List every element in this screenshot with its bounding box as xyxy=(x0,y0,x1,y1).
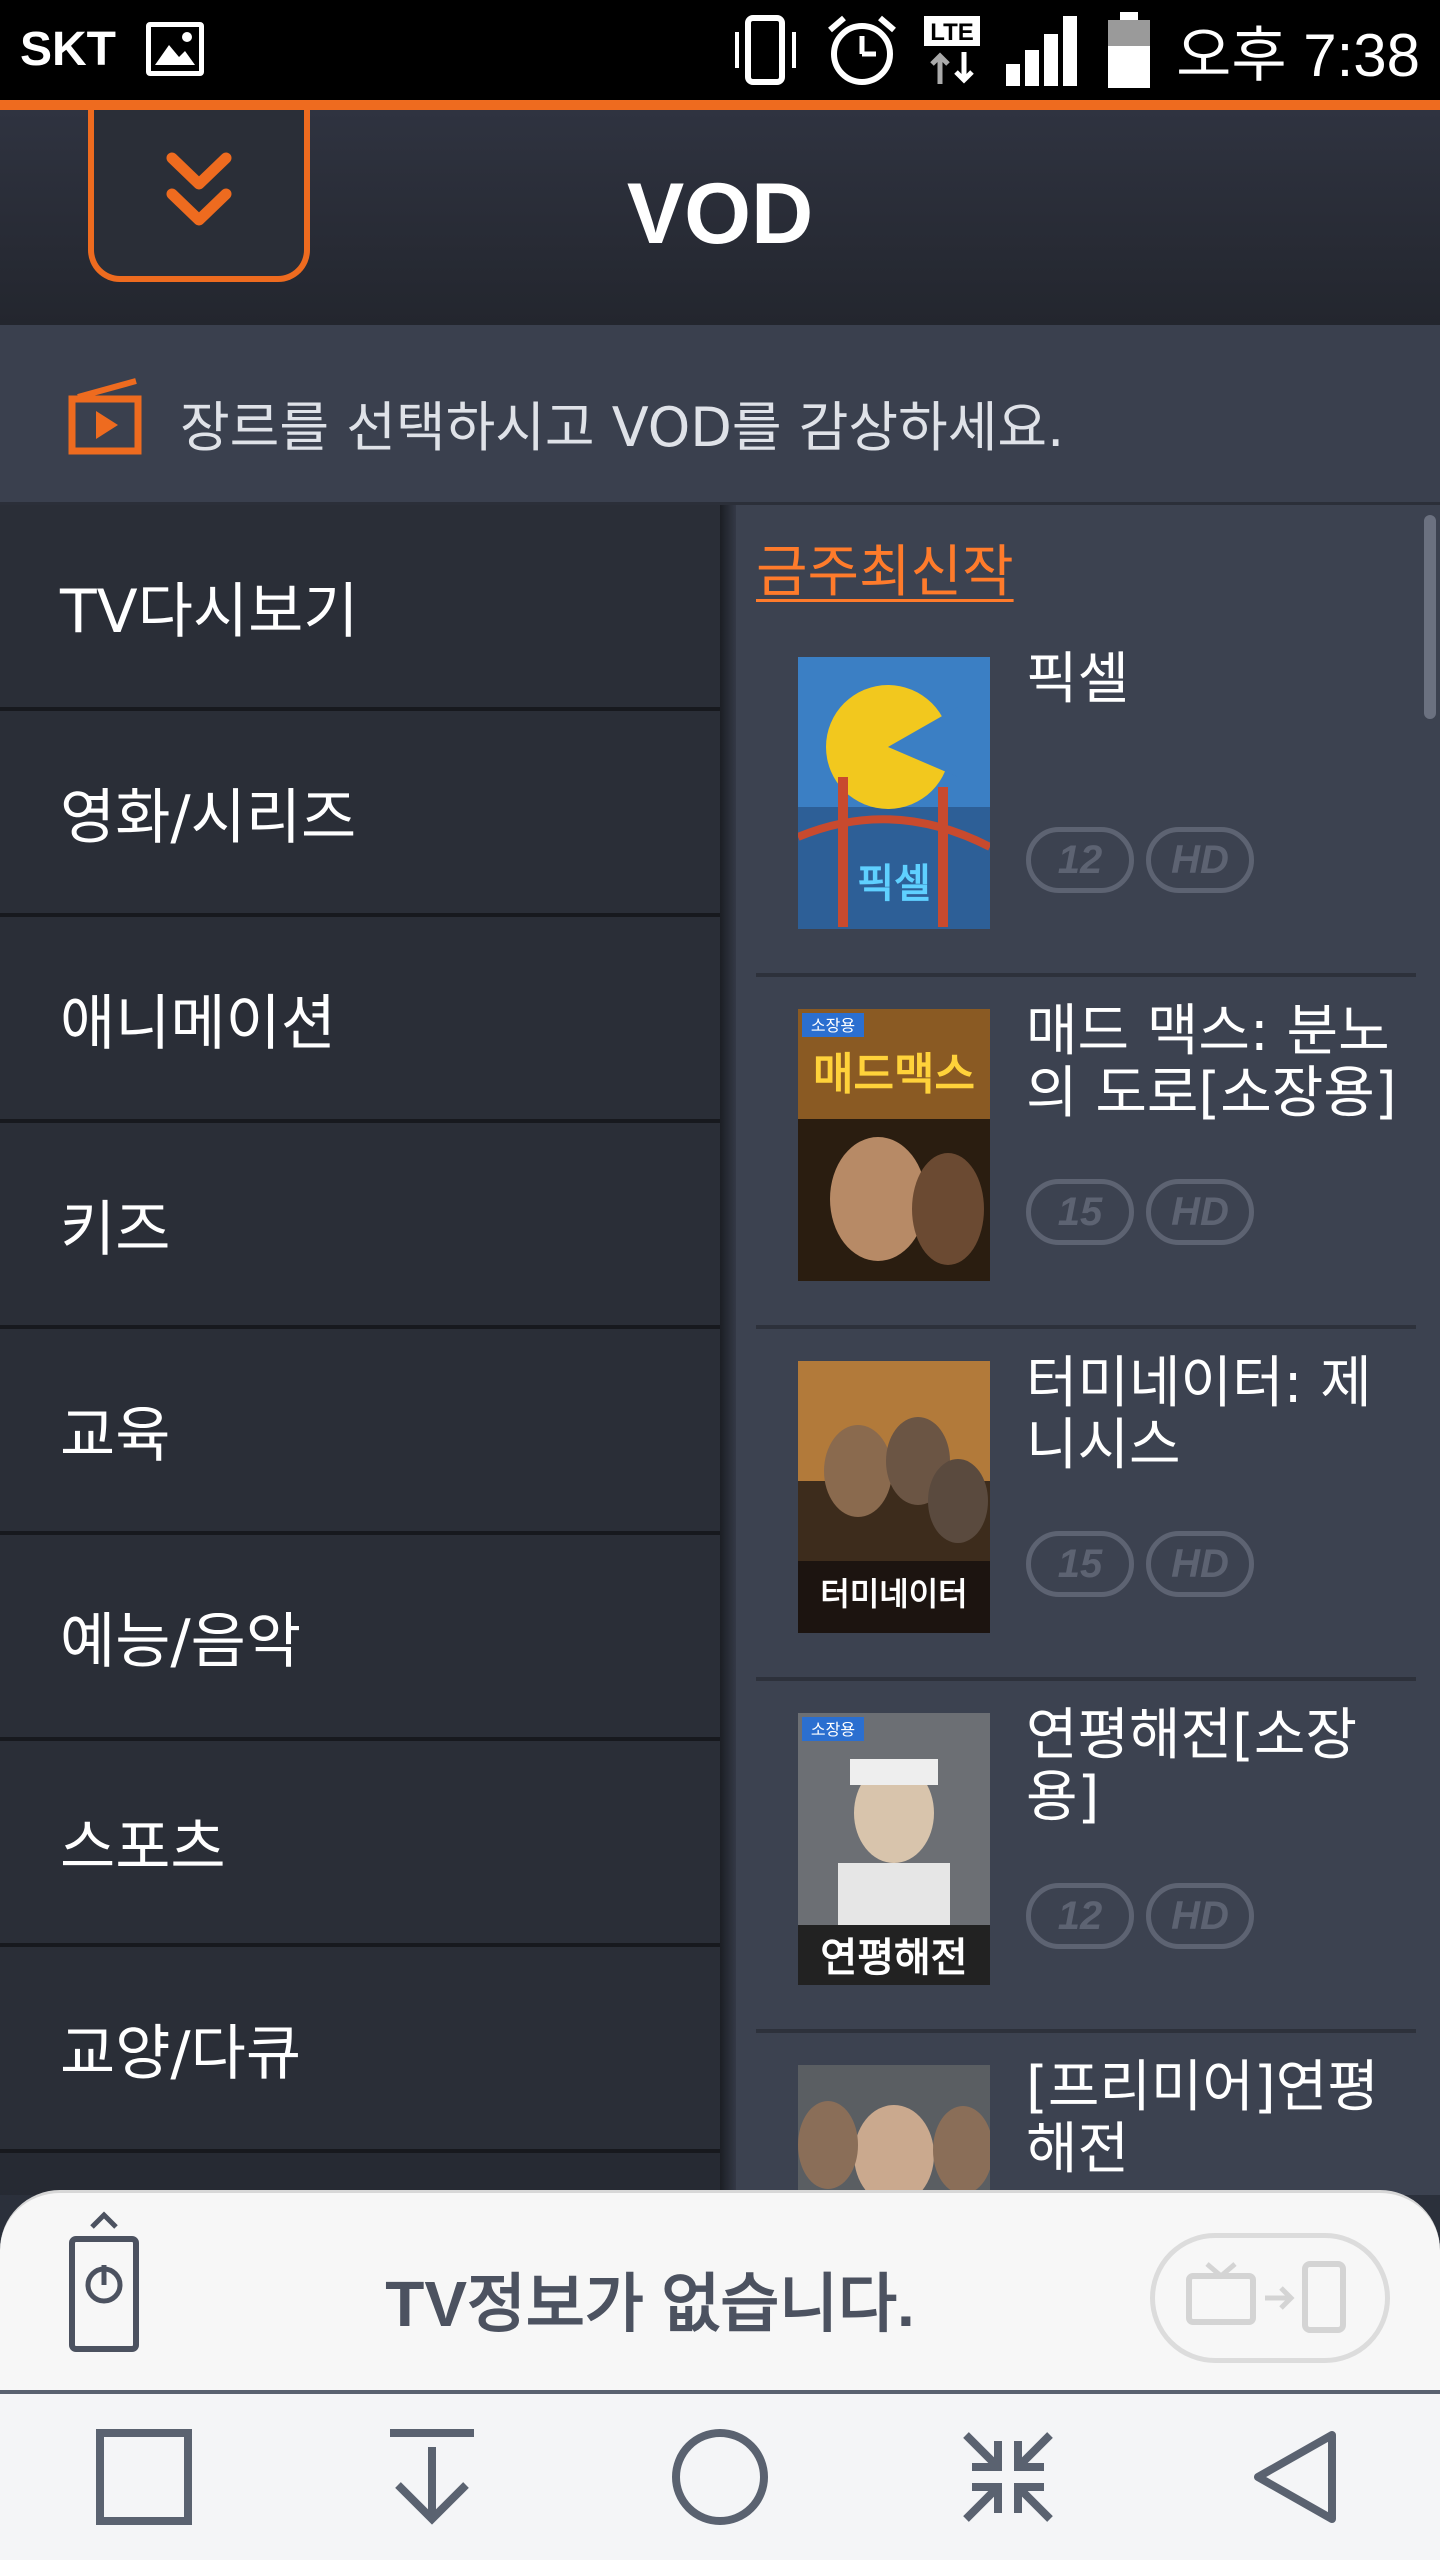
status-bar: SKT LTE 오후 7:38 xyxy=(0,0,1440,100)
genre-item-kids[interactable]: 키즈 xyxy=(0,1123,720,1329)
vibrate-icon xyxy=(735,15,797,85)
back-triangle-icon xyxy=(1254,2431,1336,2523)
recent-apps-button[interactable] xyxy=(84,2417,204,2537)
tv-status-text: TV정보가 없습니다. xyxy=(385,2268,915,2340)
carrier-label: SKT xyxy=(20,23,116,76)
hd-badge: HD xyxy=(1146,1179,1254,1245)
movie-poster: 소장용 연평해전 xyxy=(798,1713,990,1985)
movie-panel: 금주최신작 픽셀 픽셀 12 HD 소장용 매드맥스 매드 맥스: 분노의 도로… xyxy=(736,505,1440,2195)
header-accent-line xyxy=(0,100,1440,110)
poster-tag: 소장용 xyxy=(811,1720,855,1739)
movie-title: 터미네이터: 제니시스 xyxy=(1026,1351,1372,1478)
poster-title: 픽셀 xyxy=(857,861,931,907)
movie-poster: 픽셀 xyxy=(798,657,990,929)
download-button[interactable] xyxy=(372,2417,492,2537)
age-rating-badge: 12 xyxy=(1026,1883,1134,1949)
movie-poster: 터미네이터 xyxy=(798,1361,990,1633)
app-header: VOD xyxy=(0,110,1440,325)
status-icons: LTE 오후 7:38 xyxy=(732,10,1420,90)
gallery-icon xyxy=(146,22,204,76)
home-button[interactable] xyxy=(660,2417,780,2537)
info-banner: 장르를 선택하시고 VOD를 감상하세요. xyxy=(0,325,1440,505)
back-button[interactable] xyxy=(1236,2417,1356,2537)
poster-tag: 소장용 xyxy=(811,1016,855,1035)
age-rating-badge: 15 xyxy=(1026,1531,1134,1597)
lte-label: LTE xyxy=(930,19,974,46)
scrollbar[interactable] xyxy=(1424,515,1436,719)
genre-item-education[interactable]: 교육 xyxy=(0,1329,720,1535)
battery-icon xyxy=(1108,12,1151,88)
genre-item-documentary[interactable]: 교양/다큐 xyxy=(0,1947,720,2153)
movie-badges: 12 HD xyxy=(1026,1883,1254,1949)
age-rating-badge: 15 xyxy=(1026,1179,1134,1245)
movie-title: [프리미어]연평해전 xyxy=(1026,2055,1379,2182)
movie-item[interactable]: [프리미어]연평해전 xyxy=(756,2033,1416,2195)
genre-label: 애니메이션 xyxy=(60,988,336,1059)
download-icon xyxy=(390,2429,474,2525)
clock: 오후 7:38 xyxy=(1176,21,1420,89)
genre-item-sports[interactable]: 스포츠 xyxy=(0,1741,720,1947)
movie-title: 매드 맥스: 분노의 도로[소장용] xyxy=(1026,999,1397,1126)
genre-label: TV다시보기 xyxy=(60,576,359,647)
movie-poster xyxy=(798,2065,990,2195)
movie-title: 픽셀 xyxy=(1026,647,1130,712)
movie-title: 연평해전[소장용] xyxy=(1026,1703,1357,1830)
tv-to-phone-button[interactable] xyxy=(1150,2233,1390,2363)
genre-item-animation[interactable]: 애니메이션 xyxy=(0,917,720,1123)
genre-label: 영화/시리즈 xyxy=(60,782,357,853)
banner-text: 장르를 선택하시고 VOD를 감상하세요. xyxy=(180,396,1065,459)
hd-badge: HD xyxy=(1146,1883,1254,1949)
genre-label: 키즈 xyxy=(60,1194,171,1265)
movie-list: 픽셀 픽셀 12 HD 소장용 매드맥스 매드 맥스: 분노의 도로[소장용] … xyxy=(756,625,1416,2195)
remote-bar[interactable]: TV정보가 없습니다. xyxy=(0,2190,1440,2390)
poster-title: 터미네이터 xyxy=(820,1575,967,1613)
movie-item[interactable]: 터미네이터 터미네이터: 제니시스 15 HD xyxy=(756,1329,1416,1681)
alarm-icon xyxy=(828,15,897,85)
movie-poster: 소장용 매드맥스 xyxy=(798,1009,990,1281)
circle-icon xyxy=(672,2429,768,2525)
hd-badge: HD xyxy=(1146,827,1254,893)
age-rating-badge: 12 xyxy=(1026,827,1134,893)
lte-icon: LTE xyxy=(924,16,981,84)
system-nav-bar xyxy=(0,2390,1440,2560)
shrink-arrows-icon xyxy=(963,2432,1053,2522)
genre-label: 예능/음악 xyxy=(60,1606,302,1677)
tv-play-icon xyxy=(68,378,142,455)
movie-badges: 15 HD xyxy=(1026,1531,1254,1597)
genre-label: 교양/다큐 xyxy=(60,2018,302,2089)
genre-label: 스포츠 xyxy=(60,1812,226,1883)
tv-to-phone-icon xyxy=(1186,2261,1346,2333)
movie-badges: 15 HD xyxy=(1026,1179,1254,1245)
hd-badge: HD xyxy=(1146,1531,1254,1597)
movie-badges: 12 HD xyxy=(1026,827,1254,893)
signal-icon xyxy=(1006,16,1078,86)
genre-item-movie-series[interactable]: 영화/시리즈 xyxy=(0,711,720,917)
genre-item-entertainment-music[interactable]: 예능/음악 xyxy=(0,1535,720,1741)
poster-title: 연평해전 xyxy=(820,1935,967,1981)
genre-list: TV다시보기 영화/시리즈 애니메이션 키즈 교육 예능/음악 스포츠 교양/다… xyxy=(0,505,720,2195)
genre-label: 교육 xyxy=(60,1400,171,1471)
section-title-new-releases[interactable]: 금주최신작 xyxy=(756,527,1014,608)
movie-item[interactable]: 소장용 연평해전 연평해전[소장용] 12 HD xyxy=(756,1681,1416,2033)
poster-title: 매드맥스 xyxy=(813,1049,975,1100)
page-title: VOD xyxy=(626,166,814,262)
panel-divider xyxy=(720,505,736,2195)
genre-item-tv-replay[interactable]: TV다시보기 xyxy=(0,505,720,711)
collapse-windows-button[interactable] xyxy=(948,2417,1068,2537)
movie-item[interactable]: 소장용 매드맥스 매드 맥스: 분노의 도로[소장용] 15 HD xyxy=(756,977,1416,1329)
movie-item[interactable]: 픽셀 픽셀 12 HD xyxy=(756,625,1416,977)
square-icon xyxy=(96,2429,192,2525)
